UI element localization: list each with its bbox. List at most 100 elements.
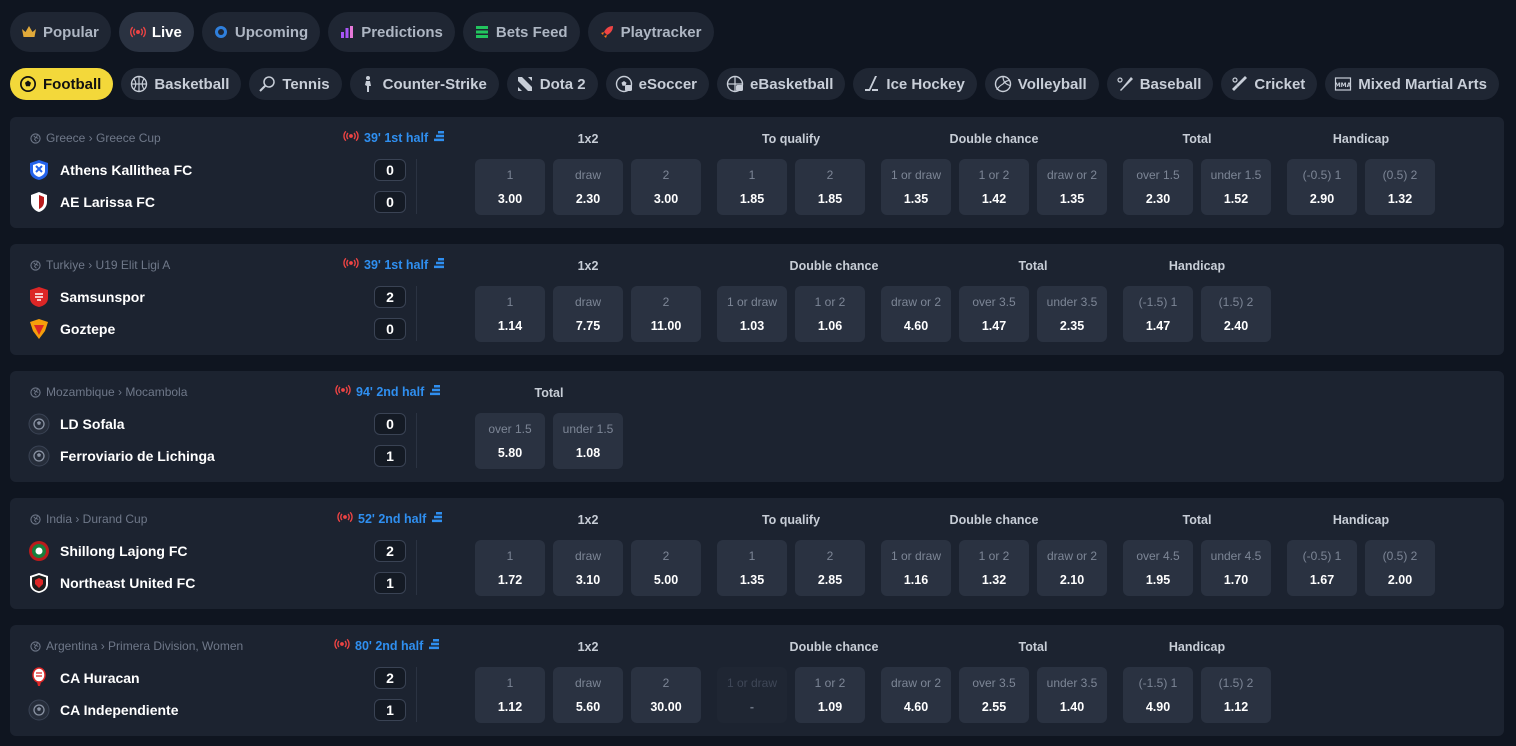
odds-button[interactable]: (0.5) 2 2.00 <box>1365 540 1435 596</box>
odds-button[interactable]: over 3.5 1.47 <box>959 286 1029 342</box>
odds-button[interactable]: (0.5) 2 1.32 <box>1365 159 1435 215</box>
odds-button[interactable]: 1 1.72 <box>475 540 545 596</box>
nav-tab-predictions[interactable]: Predictions <box>328 12 455 52</box>
odds-button[interactable]: over 1.5 2.30 <box>1123 159 1193 215</box>
odds-button[interactable]: 2 2.85 <box>795 540 865 596</box>
sport-tab-ebasketball[interactable]: eBasketball <box>717 68 846 100</box>
odds-button[interactable]: draw or 2 4.60 <box>881 286 951 342</box>
nav-tab-playtracker[interactable]: Playtracker <box>587 12 714 52</box>
sport-tab-esoccer[interactable]: eSoccer <box>605 68 710 100</box>
sport-tab-dota-2[interactable]: Dota 2 <box>506 68 598 100</box>
rocket-icon <box>599 24 615 40</box>
odds-button[interactable]: over 4.5 1.95 <box>1123 540 1193 596</box>
odds-value: 1.72 <box>497 573 523 587</box>
odds-button[interactable]: under 1.5 1.08 <box>553 413 623 469</box>
league-breadcrumb[interactable]: Argentina › Primera Division, Women <box>30 639 243 653</box>
odds-button[interactable]: 1 1.35 <box>717 540 787 596</box>
team-row[interactable]: CA Huracan <box>28 667 140 689</box>
odds-value: 1.47 <box>1145 319 1171 333</box>
league-breadcrumb[interactable]: Turkiye › U19 Elit Ligi A <box>30 258 170 272</box>
divider <box>416 667 417 722</box>
market-title: Total <box>1018 259 1048 273</box>
odds-label: 1 <box>748 549 756 563</box>
team-row[interactable]: AE Larissa FC <box>28 191 155 213</box>
odds-button[interactable]: 2 5.00 <box>631 540 701 596</box>
sport-tab-counter-strike[interactable]: Counter-Strike <box>349 68 499 100</box>
odds-button[interactable]: 1 or draw 1.16 <box>881 540 951 596</box>
odds-button[interactable]: 1 1.14 <box>475 286 545 342</box>
odds-button[interactable]: 1 1.85 <box>717 159 787 215</box>
league-breadcrumb[interactable]: India › Durand Cup <box>30 512 147 526</box>
team-row[interactable]: Samsunspor <box>28 286 145 308</box>
odds-button[interactable]: draw or 2 2.10 <box>1037 540 1107 596</box>
odds-button[interactable]: 1 or 2 1.09 <box>795 667 865 723</box>
team-row[interactable]: Ferroviario de Lichinga <box>28 445 215 467</box>
stats-icon[interactable] <box>433 257 445 272</box>
odds-button[interactable]: 1 3.00 <box>475 159 545 215</box>
odds-button[interactable]: 2 30.00 <box>631 667 701 723</box>
odds-button[interactable]: draw or 2 1.35 <box>1037 159 1107 215</box>
event-card: India › Durand Cup 52' 2nd half Shillong L… <box>10 498 1504 609</box>
odds-button[interactable]: 2 11.00 <box>631 286 701 342</box>
sport-tab-ice-hockey[interactable]: Ice Hockey <box>853 68 977 100</box>
odds-label: 1 or 2 <box>978 168 1010 182</box>
odds-button[interactable]: (-1.5) 1 4.90 <box>1123 667 1193 723</box>
league-breadcrumb[interactable]: Mozambique › Mocambola <box>30 385 187 399</box>
odds-value: 4.90 <box>1145 700 1171 714</box>
sport-tab-basketball[interactable]: Basketball <box>121 68 242 100</box>
odds-button[interactable]: 1 or 2 1.06 <box>795 286 865 342</box>
odds-button[interactable]: draw 2.30 <box>553 159 623 215</box>
sport-tab-volleyball[interactable]: Volleyball <box>984 68 1099 100</box>
team-row[interactable]: LD Sofala <box>28 413 125 435</box>
sport-tab-mixed-martial-arts[interactable]: MMA Mixed Martial Arts <box>1325 68 1499 100</box>
league-breadcrumb[interactable]: Greece › Greece Cup <box>30 131 161 145</box>
odds-button[interactable]: under 3.5 1.40 <box>1037 667 1107 723</box>
sport-tab-tennis[interactable]: Tennis <box>249 68 342 100</box>
team-row[interactable]: CA Independiente <box>28 699 179 721</box>
odds-button[interactable]: draw 3.10 <box>553 540 623 596</box>
sport-tab-baseball[interactable]: Baseball <box>1106 68 1214 100</box>
stats-icon[interactable] <box>428 638 440 653</box>
odds-button[interactable]: 1 or draw 1.03 <box>717 286 787 342</box>
odds-button[interactable]: under 1.5 1.52 <box>1201 159 1271 215</box>
odds-value: 2.55 <box>981 700 1007 714</box>
team-row[interactable]: Athens Kallithea FC <box>28 159 192 181</box>
tennis-icon <box>258 75 276 93</box>
ice-hockey-icon <box>862 75 880 93</box>
odds-button[interactable]: 2 1.85 <box>795 159 865 215</box>
odds-button[interactable]: (-0.5) 1 1.67 <box>1287 540 1357 596</box>
nav-tab-upcoming[interactable]: Upcoming <box>201 12 321 52</box>
sport-tab-cricket[interactable]: Cricket <box>1221 68 1318 100</box>
stats-icon[interactable] <box>429 384 441 399</box>
sport-tab-football[interactable]: Football <box>10 68 114 100</box>
odds-button[interactable]: 2 3.00 <box>631 159 701 215</box>
team-row[interactable]: Northeast United FC <box>28 572 195 594</box>
nav-tab-bets-feed[interactable]: Bets Feed <box>462 12 580 52</box>
odds-button[interactable]: 1 1.12 <box>475 667 545 723</box>
odds-button[interactable]: under 3.5 2.35 <box>1037 286 1107 342</box>
odds-value: 3.10 <box>575 573 601 587</box>
odds-button[interactable]: (-1.5) 1 1.47 <box>1123 286 1193 342</box>
odds-button[interactable]: (1.5) 2 1.12 <box>1201 667 1271 723</box>
odds-button[interactable]: 1 or 2 1.42 <box>959 159 1029 215</box>
odds-button[interactable]: draw 7.75 <box>553 286 623 342</box>
odds-value: 1.12 <box>1223 700 1249 714</box>
odds-button[interactable]: under 4.5 1.70 <box>1201 540 1271 596</box>
nav-tab-popular[interactable]: Popular <box>10 12 111 52</box>
stats-icon[interactable] <box>431 511 443 526</box>
mma-icon: MMA <box>1334 75 1352 93</box>
odds-button[interactable]: 1 or draw 1.35 <box>881 159 951 215</box>
odds-button[interactable]: draw 5.60 <box>553 667 623 723</box>
odds-button[interactable]: (1.5) 2 2.40 <box>1201 286 1271 342</box>
odds-button[interactable]: over 1.5 5.80 <box>475 413 545 469</box>
stats-icon[interactable] <box>433 130 445 145</box>
odds-label: (0.5) 2 <box>1382 168 1418 182</box>
team-row[interactable]: Shillong Lajong FC <box>28 540 188 562</box>
nav-tab-live[interactable]: Live <box>118 12 194 52</box>
odds-button[interactable]: (-0.5) 1 2.90 <box>1287 159 1357 215</box>
team-row[interactable]: Goztepe <box>28 318 115 340</box>
odds-value: 2.30 <box>1145 192 1171 206</box>
odds-button[interactable]: 1 or 2 1.32 <box>959 540 1029 596</box>
odds-button[interactable]: over 3.5 2.55 <box>959 667 1029 723</box>
odds-button[interactable]: draw or 2 4.60 <box>881 667 951 723</box>
